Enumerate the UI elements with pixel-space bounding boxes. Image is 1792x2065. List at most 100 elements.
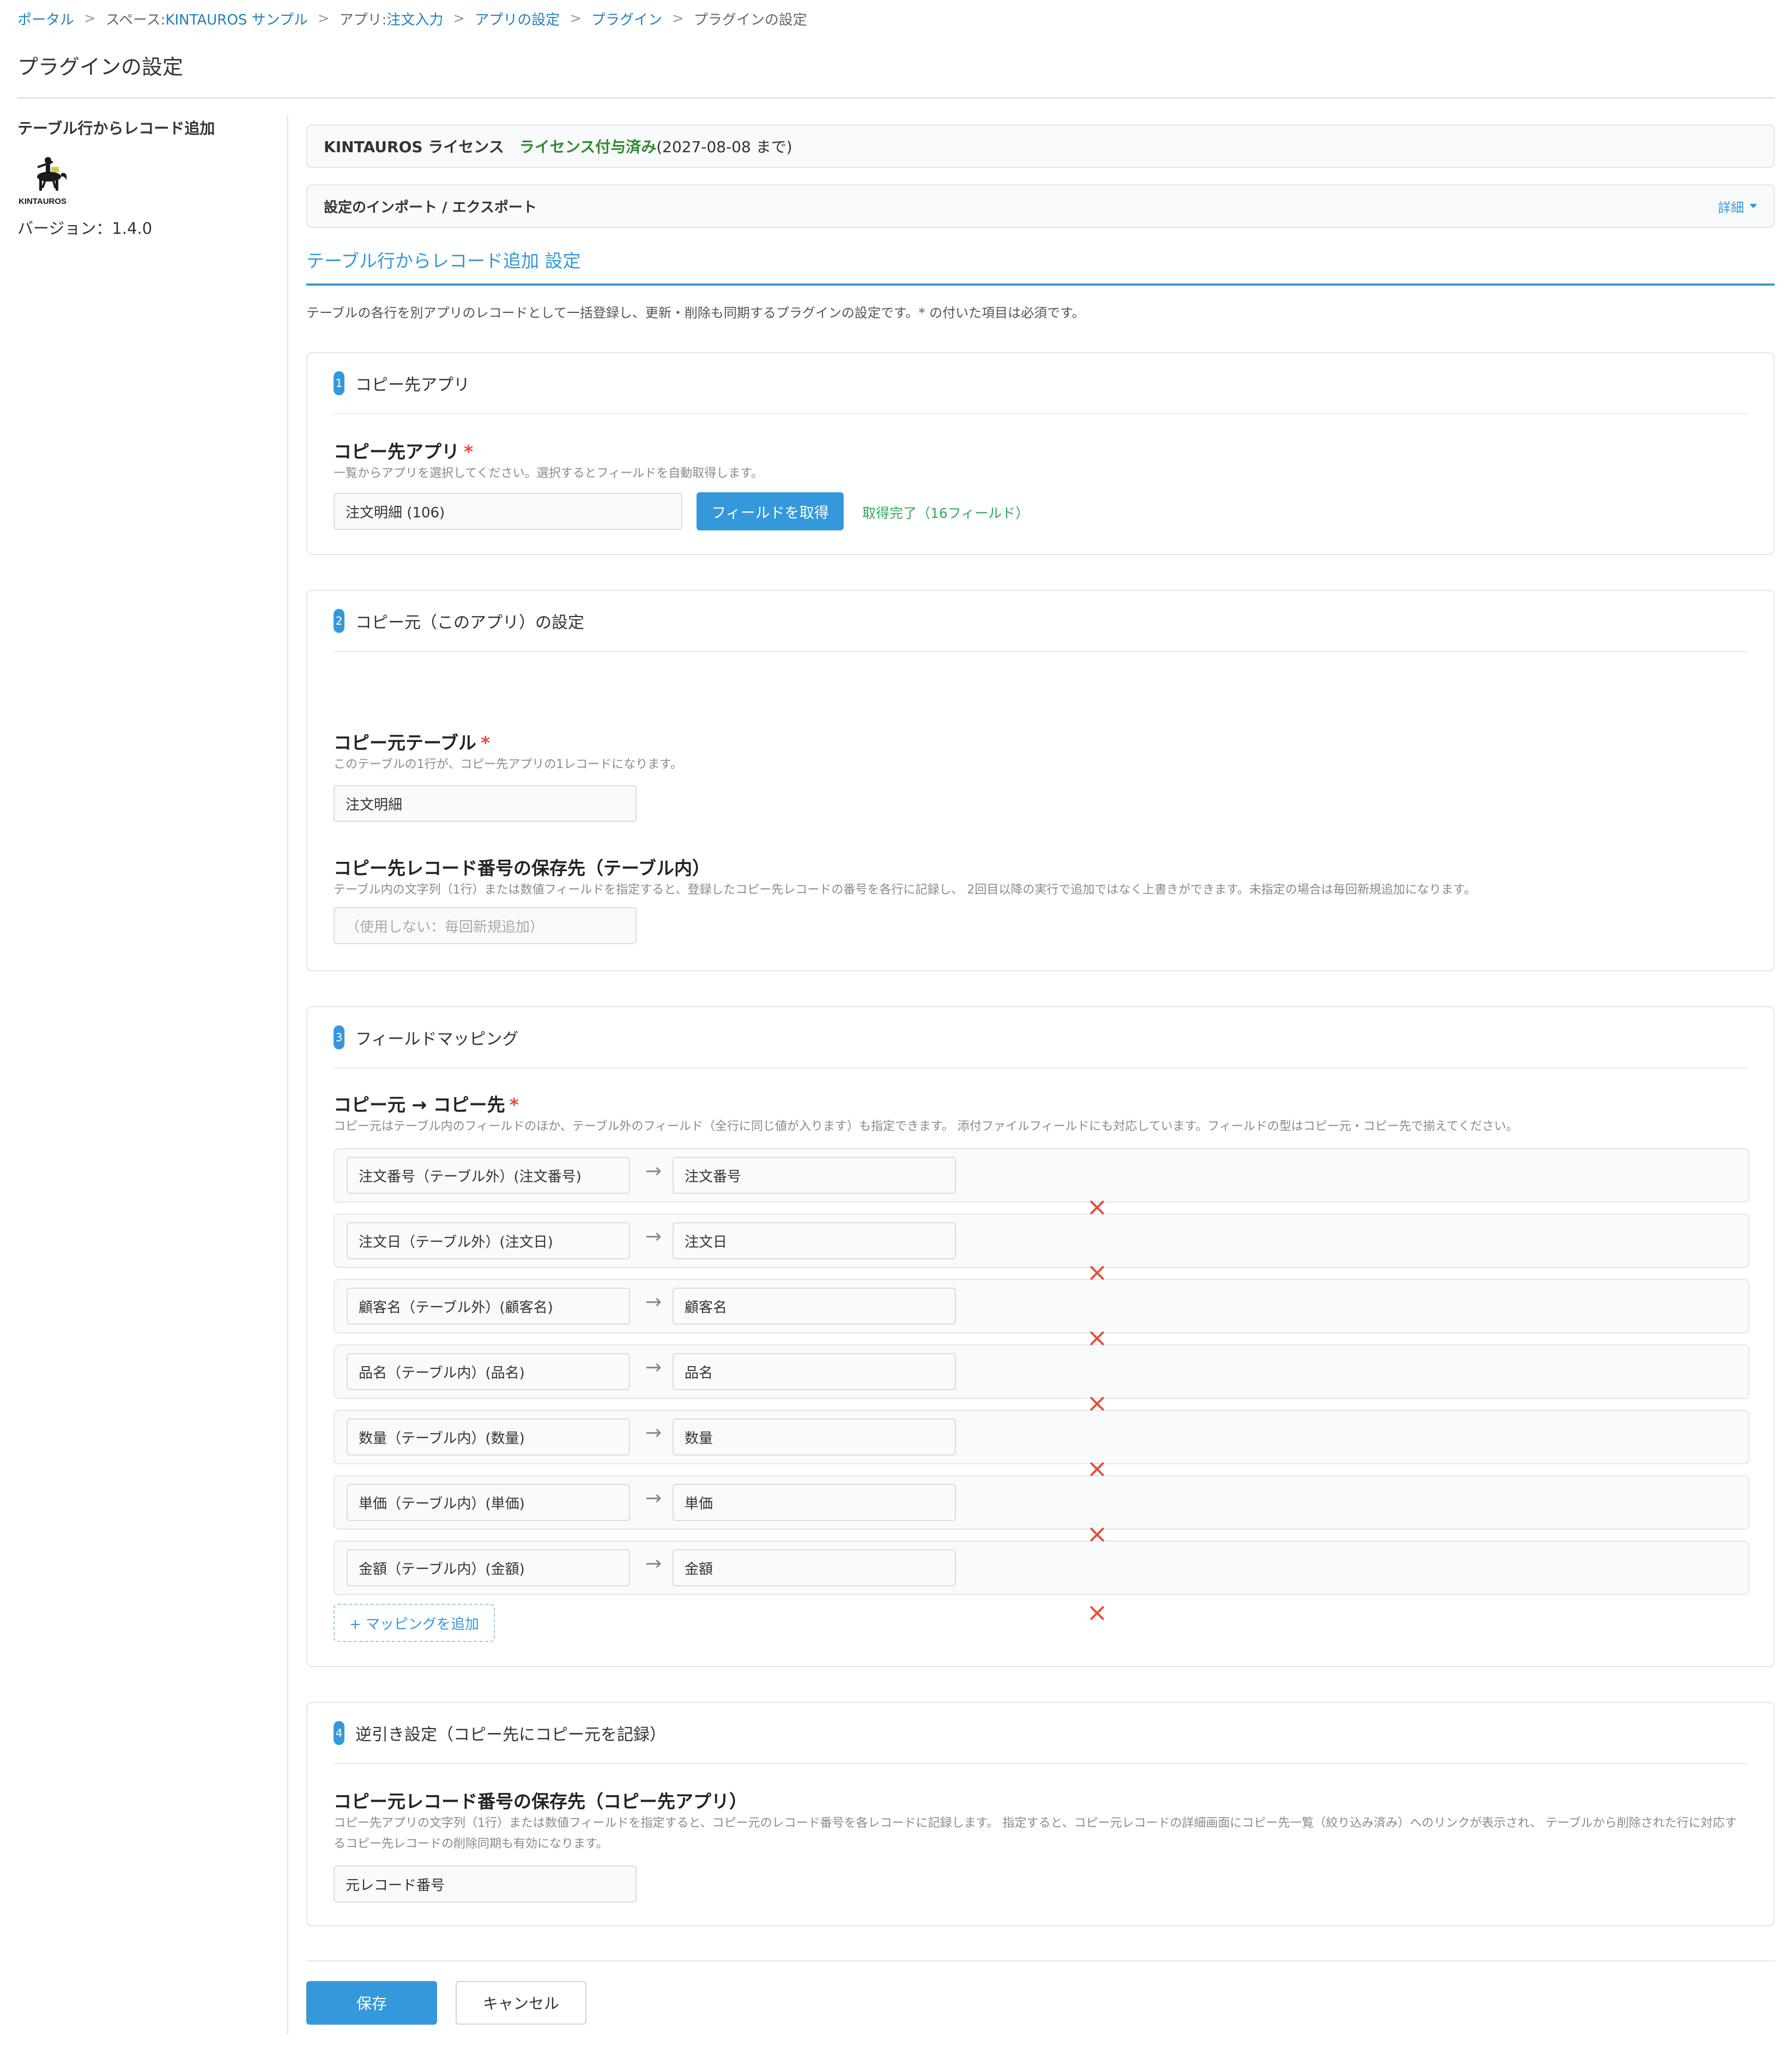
mapping-source-select[interactable]: 注文番号（テーブル外）(注文番号) xyxy=(347,1157,630,1194)
section-field-mapping: 3 フィールドマッピング コピー元 → コピー先 * コピー元はテーブル内のフィー… xyxy=(306,1006,1775,1667)
destination-app-help: 一覧からアプリを選択してください。選択するとフィールドを自動取得します。 xyxy=(334,467,764,480)
arrow-right-icon: → xyxy=(645,1225,662,1248)
step-number-badge: 2 xyxy=(334,609,344,633)
delete-mapping-icon[interactable] xyxy=(1089,1461,1105,1477)
cancel-button[interactable]: キャンセル xyxy=(456,1981,586,2025)
breadcrumb-space-prefix: スペース: xyxy=(105,11,166,28)
import-export-label: 設定のインポート / エクスポート xyxy=(324,199,537,216)
breadcrumb: ポータル > スペース: KINTAUROS サンプル > アプリ: 注文入力 … xyxy=(17,8,807,29)
required-mark: * xyxy=(481,732,491,753)
destination-app-select[interactable]: 注文明細 (106) xyxy=(334,493,682,530)
mapping-source-select[interactable]: 品名（テーブル内）(品名) xyxy=(347,1353,630,1390)
mapping-help: コピー元はテーブル内のフィールドのほか、テーブル外のフィールド（全行に同じ値が入… xyxy=(334,1120,1518,1133)
mapping-source-select[interactable]: 顧客名（テーブル外）(顧客名) xyxy=(347,1288,630,1325)
mapping-target-select[interactable]: 注文日 xyxy=(673,1222,956,1259)
section-title: 逆引き設定（コピー先にコピー元を記録） xyxy=(355,1725,666,1744)
breadcrumb-plugins-link[interactable]: プラグイン xyxy=(591,9,662,29)
import-export-bar[interactable]: 設定のインポート / エクスポート 詳細 xyxy=(306,184,1775,228)
plugin-version: バージョン：1.4.0 xyxy=(17,219,153,238)
delete-mapping-icon[interactable] xyxy=(1089,1526,1105,1543)
import-export-detail-toggle[interactable]: 詳細 xyxy=(1718,197,1757,216)
mapping-row: 顧客名（テーブル外）(顧客名) → 顧客名 xyxy=(334,1279,1749,1333)
arrow-right-icon: → xyxy=(645,1553,662,1575)
section-destination-app: 1 コピー先アプリ コピー先アプリ * 一覧からアプリを選択してください。選択する… xyxy=(306,352,1775,555)
plugin-name: テーブル行からレコード追加 xyxy=(17,119,215,137)
label-text: コピー元テーブル xyxy=(334,732,477,753)
label-text: コピー先アプリ xyxy=(334,441,459,462)
logo-text: KINTAUROS xyxy=(19,197,66,206)
source-record-number-label: コピー元レコード番号の保存先（コピー先アプリ） xyxy=(334,1791,747,1812)
license-bar: KINTAUROS ライセンス ライセンス付与済み (2027-08-08 まで… xyxy=(306,124,1775,168)
mapping-target-select[interactable]: 単価 xyxy=(673,1484,956,1521)
section-title: フィールドマッピング xyxy=(355,1030,519,1049)
delete-mapping-icon[interactable] xyxy=(1089,1265,1105,1281)
arrow-right-icon: → xyxy=(645,1356,662,1379)
source-table-help: このテーブルの1行が、コピー先アプリの1レコードになります。 xyxy=(334,758,683,771)
mapping-target-select[interactable]: 数量 xyxy=(673,1418,956,1456)
delete-mapping-icon[interactable] xyxy=(1089,1396,1105,1412)
delete-mapping-icon[interactable] xyxy=(1089,1605,1105,1621)
sidebar-divider xyxy=(287,116,288,2034)
source-table-select[interactable]: 注文明細 xyxy=(334,785,637,822)
breadcrumb-separator: > xyxy=(84,10,96,27)
mapping-target-select[interactable]: 金額 xyxy=(673,1549,956,1586)
mapping-row: 注文番号（テーブル外）(注文番号) → 注文番号 xyxy=(334,1148,1749,1203)
mapping-source-select[interactable]: 注文日（テーブル外）(注文日) xyxy=(347,1222,630,1259)
breadcrumb-current: プラグインの設定 xyxy=(693,11,807,28)
mapping-target-select[interactable]: 顧客名 xyxy=(673,1288,956,1325)
mapping-source-select[interactable]: 金額（テーブル内）(金額) xyxy=(347,1549,630,1586)
record-number-store-select[interactable]: （使用しない：毎回新規追加） xyxy=(334,907,637,944)
mapping-source-select[interactable]: 単価（テーブル内）(単価) xyxy=(347,1484,630,1521)
breadcrumb-separator: > xyxy=(453,10,465,27)
settings-description: テーブルの各行を別アプリのレコードとして一括登録し、更新・削除も同期するプラグイ… xyxy=(306,305,1085,321)
caret-down-icon xyxy=(1749,204,1757,208)
page-title: プラグインの設定 xyxy=(17,55,184,79)
delete-mapping-icon[interactable] xyxy=(1089,1330,1105,1347)
source-record-number-help: コピー先アプリの文字列（1行）または数値フィールドを指定すると、コピー元のレコー… xyxy=(334,1816,1737,1851)
fetch-status: 取得完了（16フィールド） xyxy=(862,505,1030,521)
record-number-store-label: コピー先レコード番号の保存先（テーブル内） xyxy=(334,858,711,879)
kintauros-logo-icon: KINTAUROS xyxy=(19,157,67,206)
section-header: 3 フィールドマッピング xyxy=(334,1007,1747,1068)
mapping-target-select[interactable]: 品名 xyxy=(673,1353,956,1390)
step-number-badge: 1 xyxy=(334,371,344,395)
license-expiry: (2027-08-08 まで) xyxy=(656,138,792,156)
breadcrumb-app-link[interactable]: 注文入力 xyxy=(386,9,443,29)
add-mapping-button[interactable]: + マッピングを追加 xyxy=(334,1604,495,1642)
required-mark: * xyxy=(509,1094,519,1115)
section-title: コピー元（このアプリ）の設定 xyxy=(355,613,584,632)
breadcrumb-app-settings-link[interactable]: アプリの設定 xyxy=(475,9,560,29)
mapping-source-select[interactable]: 数量（テーブル内）(数量) xyxy=(347,1418,630,1456)
required-mark: * xyxy=(464,441,474,462)
breadcrumb-separator: > xyxy=(317,10,330,27)
breadcrumb-separator: > xyxy=(570,10,582,27)
license-name: KINTAUROS ライセンス xyxy=(324,138,504,156)
mapping-label: コピー元 → コピー先 * xyxy=(334,1090,519,1116)
arrow-right-icon: → xyxy=(645,1422,662,1444)
section-title: コピー先アプリ xyxy=(355,376,470,395)
arrow-right-icon: → xyxy=(645,1487,662,1509)
mapping-row: 金額（テーブル内）(金額) → 金額 xyxy=(334,1541,1749,1595)
plugin-info-sidebar: テーブル行からレコード追加 KINTAUROS バージョン：1.4.0 xyxy=(17,117,274,239)
label-text: コピー元 → コピー先 xyxy=(334,1094,505,1115)
record-number-store-help: テーブル内の文字列（1行）または数値フィールドを指定すると、登録したコピー先レコ… xyxy=(334,883,1476,897)
plugin-settings-main: KINTAUROS ライセンス ライセンス付与済み (2027-08-08 まで… xyxy=(306,124,1775,2025)
delete-mapping-icon[interactable] xyxy=(1089,1199,1105,1216)
section-header: 1 コピー先アプリ xyxy=(334,353,1747,414)
step-number-badge: 4 xyxy=(334,1721,344,1745)
footer-divider xyxy=(306,1960,1775,1961)
settings-heading: テーブル行からレコード追加 設定 xyxy=(306,246,1775,286)
breadcrumb-space-link[interactable]: KINTAUROS サンプル xyxy=(165,9,307,29)
detail-label: 詳細 xyxy=(1718,200,1744,215)
save-button[interactable]: 保存 xyxy=(306,1981,437,2025)
fetch-fields-button[interactable]: フィールドを取得 xyxy=(697,492,844,530)
breadcrumb-app-prefix: アプリ: xyxy=(339,11,387,28)
source-record-number-select[interactable]: 元レコード番号 xyxy=(334,1865,637,1903)
title-divider xyxy=(17,97,1775,99)
arrow-right-icon: → xyxy=(645,1291,662,1313)
arrow-right-icon: → xyxy=(645,1160,662,1182)
license-status: ライセンス付与済み xyxy=(519,138,657,156)
breadcrumb-portal-link[interactable]: ポータル xyxy=(17,9,74,29)
mapping-target-select[interactable]: 注文番号 xyxy=(673,1157,956,1194)
section-reverse-lookup: 4 逆引き設定（コピー先にコピー元を記録） コピー元レコード番号の保存先（コピー… xyxy=(306,1702,1775,1927)
